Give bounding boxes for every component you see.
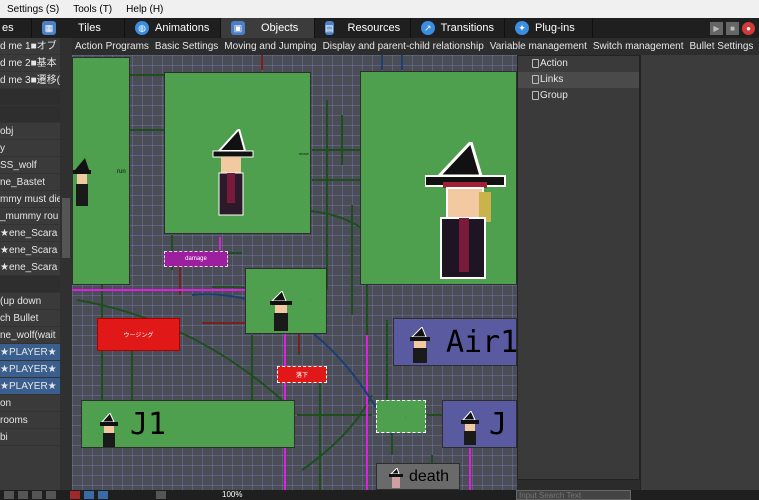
red-tool-icon[interactable] (70, 491, 80, 499)
node-j1-label: J1 (130, 407, 167, 442)
action-link-tree: Action Links Group (517, 55, 640, 480)
subtab-display-parent-child[interactable]: Display and parent-child relationship (320, 41, 487, 52)
menu-bar: Settings (S) Tools (T) Help (H) (0, 0, 759, 18)
tiles-icon: ▦ (42, 21, 56, 35)
search-icon[interactable] (156, 491, 166, 499)
new-icon[interactable] (4, 491, 14, 499)
folder-icon (532, 75, 539, 84)
node-red-tag-2[interactable]: 落下 (277, 366, 327, 383)
node-red-tag-1[interactable]: ウージング (97, 318, 180, 351)
node-dashed[interactable]: · (376, 400, 426, 433)
witch-sprite-icon (73, 158, 91, 206)
node-dashed-note: · (405, 415, 407, 420)
scrollbar-thumb[interactable] (62, 198, 70, 258)
tab-tiles[interactable]: ▦ Tiles (32, 18, 125, 38)
witch-sprite-icon (425, 142, 506, 279)
subtab-variable-management[interactable]: Variable management (487, 41, 590, 52)
folder-icon (532, 91, 539, 100)
tab-animations[interactable]: ◍ Animations (125, 18, 221, 38)
tab-es[interactable]: es (0, 18, 32, 38)
tree-item-action[interactable]: Action (518, 56, 639, 72)
grid-tool-icon[interactable] (84, 491, 94, 499)
node-move-label: move (299, 151, 309, 156)
top-tabs: es ▦ Tiles ◍ Animations ▣ Objects ▤ Resource… (0, 18, 759, 38)
node-j2[interactable]: J (442, 400, 517, 448)
tree-item-links[interactable]: Links (518, 72, 639, 88)
witch-sprite-icon (410, 327, 430, 363)
node-air1-label: Air1 (446, 325, 517, 360)
property-panel (640, 55, 759, 490)
witch-sprite-icon (270, 291, 292, 331)
tab-resources[interactable]: ▤ Resources (315, 18, 411, 38)
tree-item-group[interactable]: Group (518, 88, 639, 104)
object-sub-tabs: Action Programs Basic Settings Moving an… (72, 38, 759, 55)
copy-icon[interactable] (18, 491, 28, 499)
menu-help[interactable]: Help (H) (119, 4, 170, 15)
action-program-canvas[interactable]: run move damage · ウージング 落下 Air1 · J1 J d… (72, 55, 517, 490)
node-run[interactable]: run (72, 57, 130, 285)
node-death[interactable]: death (376, 463, 460, 490)
bottom-toolbar (0, 490, 759, 500)
play-icon[interactable]: ▶ (710, 21, 723, 35)
play-controls: ▶ ■ ● (710, 18, 759, 38)
node-j1[interactable]: J1 (81, 400, 295, 448)
animations-icon: ◍ (135, 21, 149, 35)
transitions-icon: ↗ (421, 21, 435, 35)
plugins-icon: ✦ (515, 21, 529, 35)
node-small-note: · (310, 297, 312, 302)
tab-transitions[interactable]: ↗ Transitions (411, 18, 505, 38)
record-icon[interactable]: ● (742, 21, 755, 35)
node-damage[interactable]: damage (164, 251, 228, 267)
objects-icon: ▣ (231, 21, 245, 35)
node-j2-label: J (489, 407, 508, 442)
subtab-switch-management[interactable]: Switch management (590, 41, 687, 52)
node-small-sprite[interactable]: · (245, 268, 327, 334)
node-move[interactable]: move (164, 72, 311, 234)
node-air1[interactable]: Air1 (393, 318, 517, 366)
tab-objects[interactable]: ▣ Objects (221, 18, 315, 38)
stop-icon[interactable]: ■ (726, 21, 739, 35)
paste-icon[interactable] (32, 491, 42, 499)
subtab-bullet-settings[interactable]: Bullet Settings (687, 41, 757, 52)
pattern-tool-icon[interactable] (98, 491, 108, 499)
object-list-scrollbar[interactable] (60, 38, 72, 490)
zoom-level[interactable]: 100% (222, 490, 242, 499)
node-run-label: run (117, 169, 126, 175)
menu-settings[interactable]: Settings (S) (0, 4, 66, 15)
resources-icon: ▤ (325, 21, 334, 35)
delete-icon[interactable] (46, 491, 56, 499)
tab-plugins[interactable]: ✦ Plug-ins (505, 18, 593, 38)
object-list-panel: d me 1■オブ d me 2■基本 d me 3■遷移(obj y SS_wolf n… (0, 38, 72, 490)
subtab-moving-jumping[interactable]: Moving and Jumping (221, 41, 319, 52)
search-input[interactable] (516, 490, 631, 500)
node-large-sprite[interactable] (360, 71, 517, 285)
node-death-label: death (409, 468, 450, 485)
witch-sprite-icon (100, 413, 118, 447)
folder-icon (532, 59, 539, 68)
witch-sprite-icon (389, 468, 403, 488)
subtab-basic-settings[interactable]: Basic Settings (152, 41, 221, 52)
subtab-action-programs[interactable]: Action Programs (72, 41, 152, 52)
witch-sprite-icon (212, 129, 254, 216)
menu-tools[interactable]: Tools (T) (66, 4, 119, 15)
witch-sprite-icon (461, 411, 479, 445)
